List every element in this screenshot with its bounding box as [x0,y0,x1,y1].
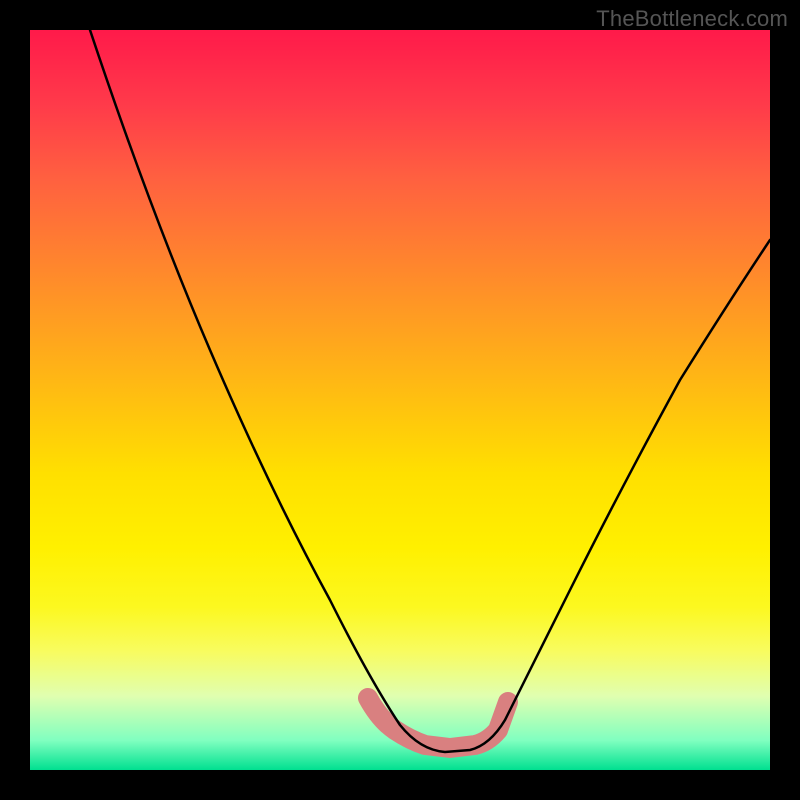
plot-area [30,30,770,770]
bottleneck-curve-path [90,30,770,752]
chart-frame: TheBottleneck.com [0,0,800,800]
watermark-text: TheBottleneck.com [596,6,788,32]
curve-layer [30,30,770,770]
